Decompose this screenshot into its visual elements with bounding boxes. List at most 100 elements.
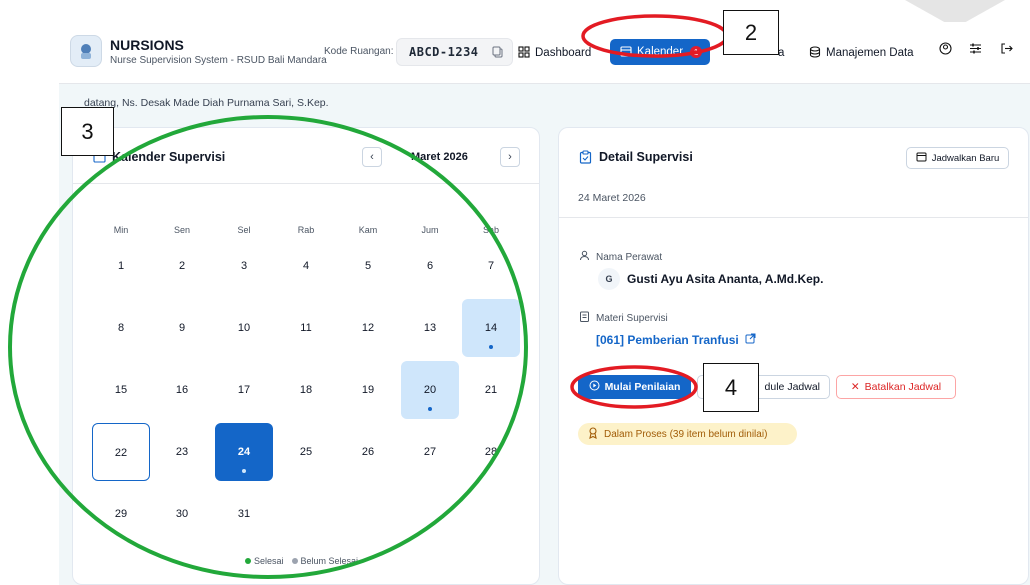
calendar-day[interactable]: 23: [153, 423, 211, 481]
calendar-day-number: 30: [175, 508, 189, 520]
calendar-day-number: 10: [237, 322, 251, 334]
calendar-day[interactable]: 5: [339, 237, 397, 295]
calendar-day-number: 11: [300, 322, 312, 334]
calendar-day[interactable]: 27: [401, 423, 459, 481]
calendar-day[interactable]: 21: [462, 361, 520, 419]
reschedule-label: dule Jadwal: [764, 381, 820, 393]
calendar-day-number: 4: [302, 260, 310, 272]
app-subtitle: Nurse Supervision System - RSUD Bali Man…: [110, 55, 327, 66]
weekday-header: Sen: [173, 225, 190, 235]
materi-label: Materi Supervisi: [579, 311, 668, 325]
calendar-day[interactable]: 18: [277, 361, 335, 419]
start-assessment-button[interactable]: Mulai Penilaian: [578, 375, 691, 399]
calendar-day-number: 22: [114, 447, 128, 459]
calendar-day[interactable]: 16: [153, 361, 211, 419]
materi-label-text: Materi Supervisi: [596, 312, 668, 324]
legend-pending: Belum Selesai: [291, 556, 358, 566]
copy-icon[interactable]: [492, 46, 504, 61]
nurse-label: Nama Perawat: [579, 250, 662, 264]
calendar-day[interactable]: 20: [401, 361, 459, 419]
calendar-legend: Selesai Belum Selesai: [245, 556, 358, 566]
weekday-header: Kam: [358, 225, 378, 235]
calendar-day[interactable]: 19: [339, 361, 397, 419]
calendar-day[interactable]: 12: [339, 299, 397, 357]
room-code-field: ABCD-1234: [396, 38, 513, 66]
calendar-day-number: 23: [175, 446, 189, 458]
settings-sliders-icon[interactable]: [969, 42, 982, 60]
calendar-day[interactable]: 9: [153, 299, 211, 357]
calendar-day[interactable]: 25: [277, 423, 335, 481]
calendar-day[interactable]: 22: [92, 423, 150, 481]
event-dot: [489, 345, 493, 349]
calendar-day-number: 5: [364, 260, 372, 272]
weekday-header: Min: [113, 225, 129, 235]
calendar-day-number: 28: [484, 446, 498, 458]
detail-date: 24 Maret 2026: [578, 192, 646, 204]
nav-kalender-label: Kalender: [637, 46, 684, 58]
callout-4: 4: [703, 363, 759, 412]
calendar-title: Kalender Supervisi: [112, 150, 226, 164]
callout-3: 3: [61, 107, 114, 156]
schedule-new-button[interactable]: Jadwalkan Baru: [906, 147, 1009, 169]
calendar-day-number: 25: [299, 446, 313, 458]
nurse-name: Gusti Ayu Asita Ananta, A.Md.Kep.: [627, 272, 824, 286]
start-assessment-label: Mulai Penilaian: [604, 381, 681, 393]
person-icon: [579, 250, 590, 264]
calendar-day-number: 3: [240, 260, 248, 272]
calendar-day[interactable]: 11: [277, 299, 335, 357]
nav-dashboard[interactable]: Dashboard: [518, 41, 591, 65]
calendar-day-number: 27: [423, 446, 437, 458]
detail-divider: [559, 217, 1028, 218]
app-logo: [70, 35, 102, 67]
calendar-day-number: 17: [237, 384, 251, 396]
calendar-day-number: 2: [178, 260, 186, 272]
calendar-day[interactable]: 28: [462, 423, 520, 481]
award-icon: [588, 426, 598, 442]
calendar-day[interactable]: 6: [401, 237, 459, 295]
calendar-day-number: 18: [299, 384, 313, 396]
prev-month-button[interactable]: ‹: [362, 147, 382, 167]
calendar-day-number: 24: [237, 446, 251, 458]
calendar-day[interactable]: 24: [215, 423, 273, 481]
nav-manajemen-label: Manajemen Data: [826, 47, 914, 59]
next-month-button[interactable]: ›: [500, 147, 520, 167]
calendar-day-number: 12: [361, 322, 375, 334]
weekday-header: Jum: [421, 225, 439, 235]
cancel-schedule-button[interactable]: ✕ Batalkan Jadwal: [836, 375, 956, 399]
calendar-day[interactable]: 13: [401, 299, 459, 357]
external-link-icon: [745, 333, 756, 347]
welcome-message: datang, Ns. Desak Made Diah Purnama Sari…: [84, 97, 329, 109]
event-dot: [242, 469, 246, 473]
notification-badge: 1: [690, 46, 703, 58]
schedule-new-label: Jadwalkan Baru: [931, 152, 1000, 164]
calendar-divider: [73, 183, 539, 184]
materi-link-text: [061] Pemberian Tranfusi: [596, 333, 739, 347]
calendar-day[interactable]: 31: [215, 485, 273, 543]
nav-kalender[interactable]: Kalender 1: [610, 39, 710, 65]
calendar-plus-icon: [916, 151, 927, 165]
calendar-day[interactable]: 15: [92, 361, 150, 419]
user-icon[interactable]: [939, 42, 952, 60]
calendar-day[interactable]: 17: [215, 361, 273, 419]
calendar-day-number: 6: [426, 260, 434, 272]
calendar-day[interactable]: 4: [277, 237, 335, 295]
calendar-day[interactable]: 26: [339, 423, 397, 481]
logout-icon[interactable]: [1000, 42, 1013, 60]
nurse-label-text: Nama Perawat: [596, 251, 663, 263]
calendar-day[interactable]: 10: [215, 299, 273, 357]
calendar-day[interactable]: 30: [153, 485, 211, 543]
calendar-day[interactable]: 1: [92, 237, 150, 295]
legend-done: Selesai: [245, 556, 284, 566]
materi-link[interactable]: [061] Pemberian Tranfusi: [596, 333, 756, 347]
calendar-day-number: 21: [484, 384, 498, 396]
calendar-day[interactable]: 3: [215, 237, 273, 295]
calendar-day[interactable]: 14: [462, 299, 520, 357]
calendar-day[interactable]: 29: [92, 485, 150, 543]
calendar-day[interactable]: 8: [92, 299, 150, 357]
calendar-day[interactable]: 2: [153, 237, 211, 295]
calendar-day[interactable]: 7: [462, 237, 520, 295]
weekday-header: Sel: [237, 225, 251, 235]
calendar-day-number: 8: [117, 322, 125, 334]
nav-manajemen-data[interactable]: Manajemen Data: [809, 41, 914, 65]
weekday-header: Rab: [297, 225, 315, 235]
